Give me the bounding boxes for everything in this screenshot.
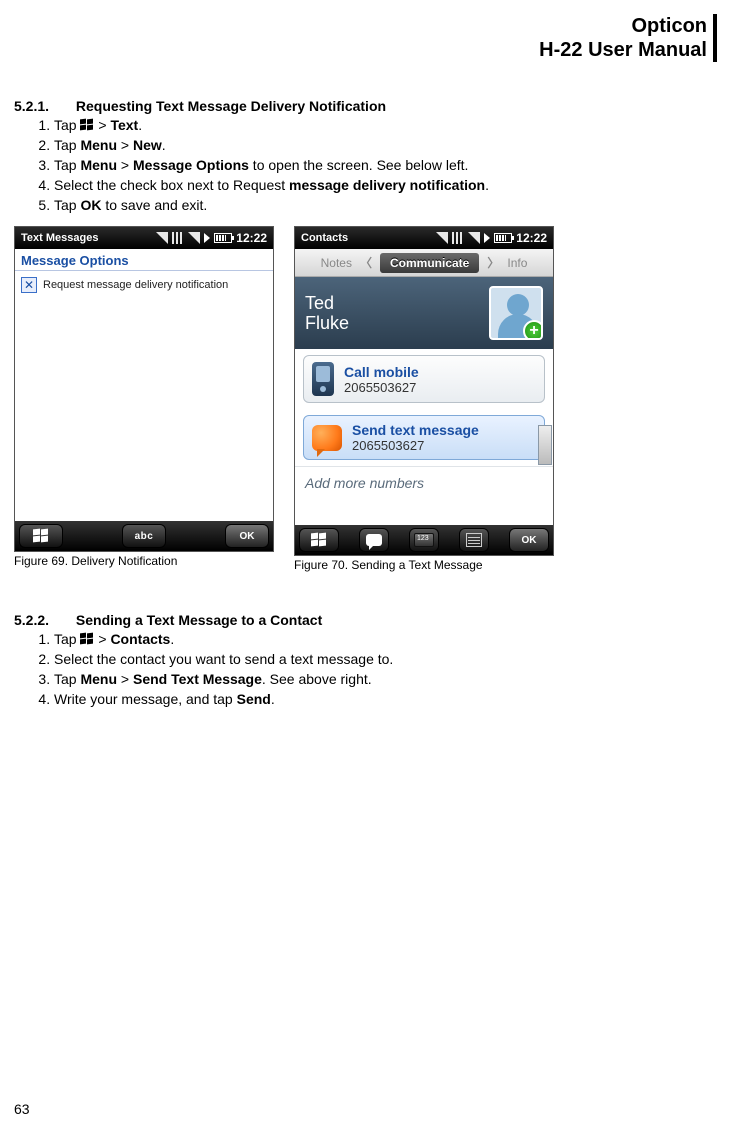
ok-button[interactable]: OK bbox=[509, 528, 549, 552]
speech-bubble-icon bbox=[366, 534, 382, 546]
windows-flag-icon bbox=[311, 533, 327, 547]
header-line2: H-22 User Manual bbox=[14, 38, 707, 62]
volume-icon bbox=[204, 233, 210, 243]
antenna-icon bbox=[468, 232, 480, 244]
keyboard-123-icon bbox=[414, 533, 434, 547]
figure-70: Contacts 12:22 Notes 〈 Communicate 〉 Inf… bbox=[294, 226, 554, 572]
avatar[interactable]: + bbox=[489, 286, 543, 340]
section-521-title: Requesting Text Message Delivery Notific… bbox=[76, 98, 386, 114]
fig69-status-title: Text Messages bbox=[21, 232, 98, 244]
call-mobile-number: 2065503627 bbox=[344, 380, 419, 395]
start-button[interactable] bbox=[299, 528, 339, 552]
battery-icon bbox=[494, 233, 512, 243]
step-521-4: Select the check box next to Request mes… bbox=[54, 176, 717, 195]
start-button[interactable] bbox=[19, 524, 63, 548]
fig70-bottombar: OK bbox=[295, 525, 553, 555]
step-521-1: Tap > Text. bbox=[54, 116, 717, 135]
chevron-right-icon[interactable]: 〉 bbox=[487, 254, 499, 271]
call-mobile-title: Call mobile bbox=[344, 364, 419, 380]
step-522-1: Tap > Contacts. bbox=[54, 630, 717, 649]
step-521-5: Tap OK to save and exit. bbox=[54, 196, 717, 215]
network-icon bbox=[172, 232, 184, 244]
fig69-caption: Figure 69. Delivery Notification bbox=[14, 554, 274, 568]
section-522-title: Sending a Text Message to a Contact bbox=[76, 612, 322, 628]
step-522-3: Tap Menu > Send Text Message. See above … bbox=[54, 670, 717, 689]
fig69-body: Message Options ✕ Request message delive… bbox=[15, 249, 273, 521]
fig70-time: 12:22 bbox=[516, 231, 547, 245]
menu-list-icon bbox=[466, 533, 482, 547]
volume-icon bbox=[484, 233, 490, 243]
contact-name: Ted Fluke bbox=[305, 293, 479, 334]
ok-button[interactable]: OK bbox=[225, 524, 269, 548]
send-text-card[interactable]: Send text message 2065503627 bbox=[303, 415, 545, 460]
fig69-phone: Text Messages 12:22 Message Options ✕ Re… bbox=[14, 226, 274, 552]
add-photo-icon[interactable]: + bbox=[523, 320, 543, 340]
tab-communicate[interactable]: Communicate bbox=[380, 253, 479, 273]
chevron-left-icon[interactable]: 〈 bbox=[360, 254, 372, 271]
section-522-steps: Tap > Contacts. Select the contact you w… bbox=[14, 630, 717, 709]
tab-info[interactable]: Info bbox=[507, 256, 527, 270]
section-522-heading: 5.2.2. Sending a Text Message to a Conta… bbox=[14, 612, 717, 628]
fig69-checkbox-label: Request message delivery notification bbox=[43, 279, 228, 291]
section-522-num: 5.2.2. bbox=[14, 612, 72, 628]
fig70-body: Notes 〈 Communicate 〉 Info Ted Fluke + bbox=[295, 249, 553, 525]
network-icon bbox=[452, 232, 464, 244]
fig69-time: 12:22 bbox=[236, 231, 267, 245]
fig69-checkbox-row[interactable]: ✕ Request message delivery notification bbox=[15, 271, 273, 299]
contact-header: Ted Fluke + bbox=[295, 277, 553, 349]
header-line1: Opticon bbox=[14, 14, 707, 38]
add-more-numbers[interactable]: Add more numbers bbox=[295, 466, 553, 499]
messaging-button[interactable] bbox=[359, 528, 389, 552]
page-number: 63 bbox=[14, 1101, 30, 1117]
input-mode-button[interactable]: abc bbox=[122, 524, 166, 548]
scrollbar-thumb[interactable] bbox=[538, 425, 552, 465]
section-521-steps: Tap > Text. Tap Menu > New. Tap Menu > M… bbox=[14, 116, 717, 214]
page-header: Opticon H-22 User Manual bbox=[14, 14, 717, 62]
step-522-2: Select the contact you want to send a te… bbox=[54, 650, 717, 669]
windows-start-icon bbox=[80, 119, 94, 131]
figure-69: Text Messages 12:22 Message Options ✕ Re… bbox=[14, 226, 274, 568]
fig69-message-options-title: Message Options bbox=[15, 249, 273, 271]
mobile-phone-icon bbox=[312, 362, 334, 396]
keyboard-button[interactable] bbox=[409, 528, 439, 552]
section-521-heading: 5.2.1. Requesting Text Message Delivery … bbox=[14, 98, 717, 114]
step-521-2: Tap Menu > New. bbox=[54, 136, 717, 155]
step-522-4: Write your message, and tap Send. bbox=[54, 690, 717, 709]
antenna-icon bbox=[188, 232, 200, 244]
signal-bars-icon bbox=[156, 232, 168, 244]
fig69-bottombar: abc OK bbox=[15, 521, 273, 551]
step-521-3: Tap Menu > Message Options to open the s… bbox=[54, 156, 717, 175]
checkbox-checked-icon[interactable]: ✕ bbox=[21, 277, 37, 293]
fig69-statusbar: Text Messages 12:22 bbox=[15, 227, 273, 249]
fig70-statusbar: Contacts 12:22 bbox=[295, 227, 553, 249]
windows-start-icon bbox=[80, 633, 94, 645]
menu-button[interactable] bbox=[459, 528, 489, 552]
signal-bars-icon bbox=[436, 232, 448, 244]
send-text-number: 2065503627 bbox=[352, 438, 479, 453]
section-521-num: 5.2.1. bbox=[14, 98, 72, 114]
battery-icon bbox=[214, 233, 232, 243]
call-mobile-card[interactable]: Call mobile 2065503627 bbox=[303, 355, 545, 403]
fig70-tabbar: Notes 〈 Communicate 〉 Info bbox=[295, 249, 553, 277]
fig70-status-title: Contacts bbox=[301, 232, 348, 244]
tab-notes[interactable]: Notes bbox=[321, 256, 352, 270]
fig70-phone: Contacts 12:22 Notes 〈 Communicate 〉 Inf… bbox=[294, 226, 554, 556]
fig70-caption: Figure 70. Sending a Text Message bbox=[294, 558, 554, 572]
figures-row: Text Messages 12:22 Message Options ✕ Re… bbox=[14, 226, 717, 572]
send-text-title: Send text message bbox=[352, 422, 479, 438]
message-bubble-icon bbox=[312, 425, 342, 451]
windows-flag-icon bbox=[33, 529, 49, 543]
